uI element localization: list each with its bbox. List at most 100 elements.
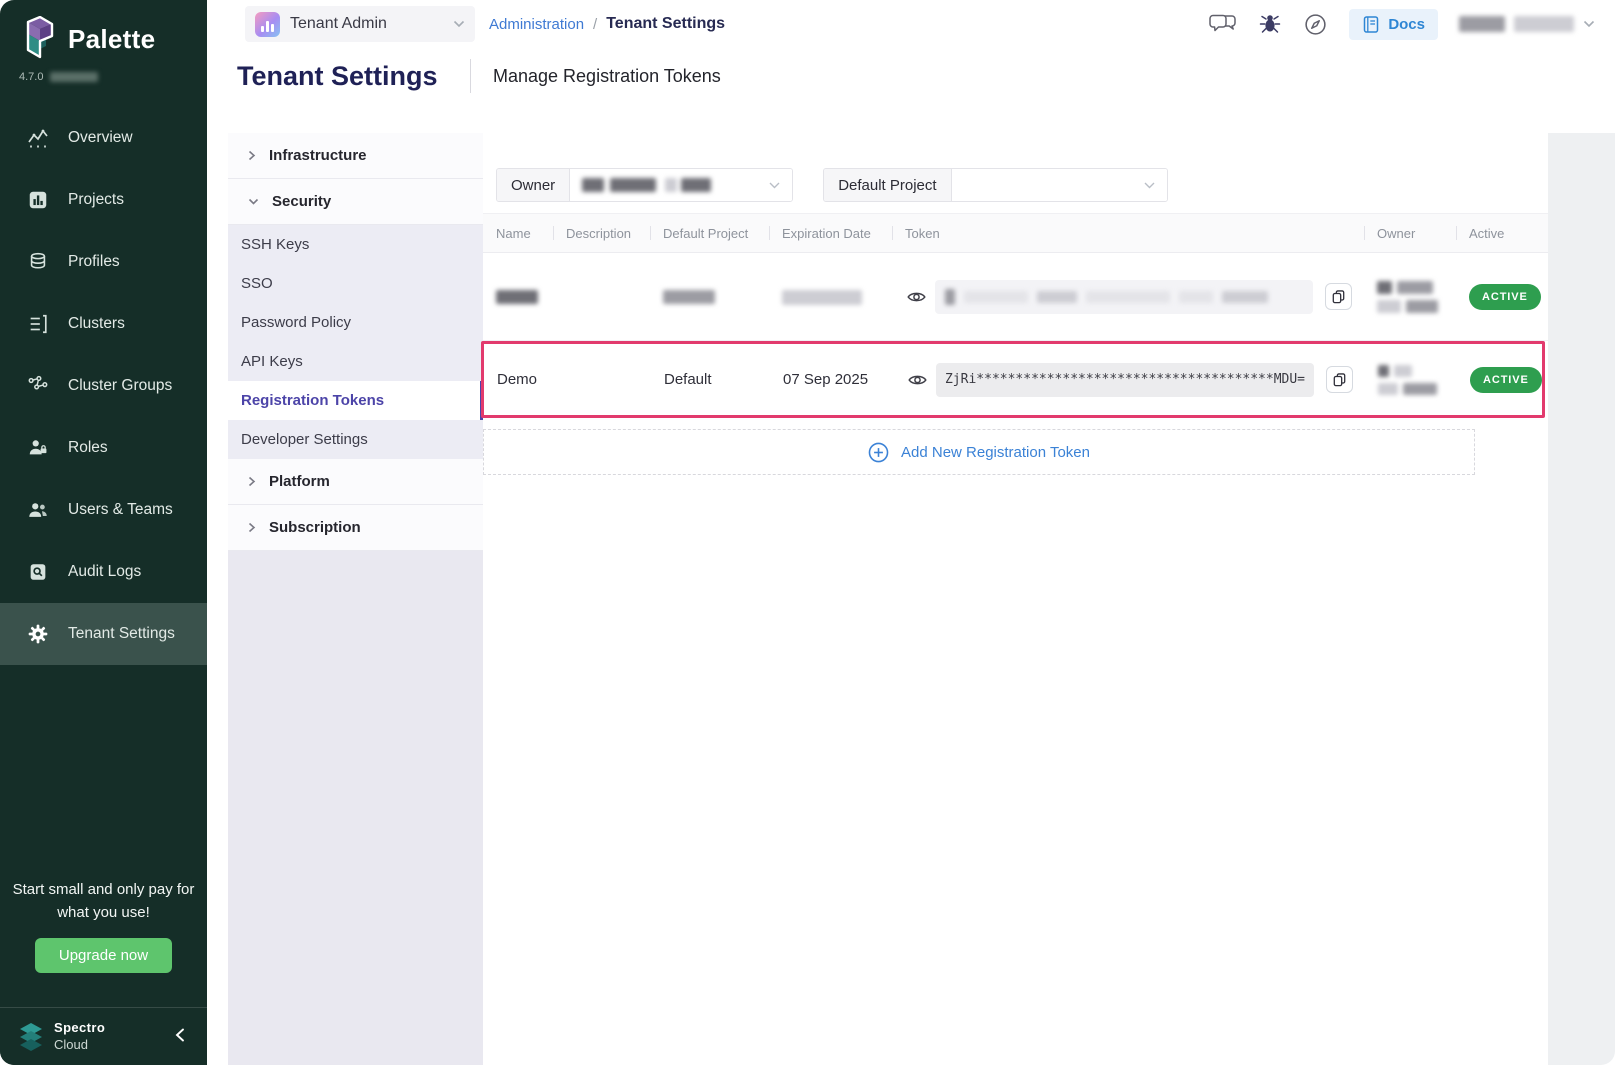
spectro-cloud-logo-icon [18,1022,44,1052]
sidebar-item-users-teams[interactable]: Users & Teams [0,479,207,541]
redacted-text [1459,16,1505,32]
top-bar: Tenant Admin Administration / Tenant Set… [207,0,1615,48]
settings-group-platform[interactable]: Platform [228,459,483,505]
redacted-text [964,291,1028,303]
column-header-token: Token [905,226,1377,241]
app-logo[interactable]: Palette [0,0,207,62]
docs-button[interactable]: Docs [1349,9,1438,40]
user-menu[interactable] [1459,16,1595,32]
cell-default-project [663,288,782,305]
settings-group-security[interactable]: Security [228,179,483,225]
sidebar-item-audit-logs[interactable]: Audit Logs [0,541,207,603]
sidebar-item-tenant-settings[interactable]: Tenant Settings [0,603,207,665]
settings-group-subscription[interactable]: Subscription [228,505,483,551]
upgrade-promo: Start small and only pay for what you us… [0,879,207,973]
top-actions: Docs [1209,9,1615,40]
owner-filter: Owner [496,168,793,202]
settings-item-api-keys[interactable]: API Keys [228,342,483,381]
sidebar-item-projects[interactable]: Projects [0,169,207,231]
redacted-text [1394,365,1412,377]
sidebar-item-overview[interactable]: Overview [0,107,207,169]
owner-filter-select[interactable] [570,169,792,201]
column-header-expiration-date: Expiration Date [782,226,905,241]
list-icon [26,312,50,336]
default-project-filter: Default Project [823,168,1167,202]
settings-item-label: SSO [241,275,273,292]
settings-item-sso[interactable]: SSO [228,264,483,303]
table-row: ACTIVE [483,253,1548,341]
settings-item-ssh-keys[interactable]: SSH Keys [228,225,483,264]
copy-token-button[interactable] [1326,366,1353,393]
feedback-button[interactable] [1209,12,1237,36]
docs-label: Docs [1388,16,1425,33]
owner-filter-label: Owner [497,169,570,201]
registration-tokens-panel: Owner Default Project [483,133,1548,1065]
column-header-name: Name [496,226,566,241]
network-icon [26,374,50,398]
sidebar-footer: Spectro Cloud [0,1007,207,1065]
redacted-text [663,290,715,304]
users-icon [26,498,50,522]
copy-icon [1332,289,1345,305]
workspace-selector[interactable]: Tenant Admin [245,6,475,42]
default-project-filter-select[interactable] [952,169,1167,201]
settings-item-password-policy[interactable]: Password Policy [228,303,483,342]
sidebar-item-clusters[interactable]: Clusters [0,293,207,355]
sidebar-item-label: Users & Teams [68,501,173,519]
eye-icon [907,290,926,304]
page-background [1548,133,1615,1065]
redacted-token-value [935,280,1313,314]
redacted-text [1222,291,1268,303]
sidebar-item-label: Overview [68,129,133,147]
settings-item-label: API Keys [241,353,303,370]
bug-report-button[interactable] [1258,12,1282,36]
document-search-icon [26,560,50,584]
redacted-text [1406,300,1438,313]
redacted-text [1377,281,1392,294]
redacted-text [1378,383,1398,395]
status-badge: ACTIVE [1470,367,1542,393]
filters-row: Owner Default Project [496,168,1548,202]
app-name: Palette [68,24,155,55]
sidebar-item-roles[interactable]: Roles [0,417,207,479]
settings-group-infrastructure[interactable]: Infrastructure [228,133,483,179]
upgrade-button[interactable]: Upgrade now [35,938,172,973]
settings-item-developer-settings[interactable]: Developer Settings [228,420,483,459]
title-divider [470,59,471,93]
sidebar-item-label: Clusters [68,315,125,333]
redacted-text [1037,291,1077,303]
reveal-token-button[interactable] [906,369,928,391]
workspace-gradient-icon [255,12,280,37]
settings-item-registration-tokens[interactable]: Registration Tokens [228,381,483,420]
redacted-text [1086,291,1170,303]
line-chart-icon [26,126,50,150]
compass-icon [1303,12,1328,37]
column-header-active: Active [1469,226,1548,241]
redacted-text [681,178,711,192]
explore-button[interactable] [1303,12,1328,37]
breadcrumb-administration-link[interactable]: Administration [489,16,584,33]
collapse-sidebar-button[interactable] [171,1024,189,1049]
app-root: Palette 4.7.0 Overview [0,0,1615,1065]
breadcrumb: Administration / Tenant Settings [489,15,725,33]
sidebar-item-cluster-groups[interactable]: Cluster Groups [0,355,207,417]
gear-icon [26,622,50,646]
redacted-text [945,289,955,305]
user-lock-icon [26,436,50,460]
book-icon [1362,15,1380,34]
sidebar-item-profiles[interactable]: Profiles [0,231,207,293]
sidebar-item-label: Audit Logs [68,563,141,581]
settings-item-label: Password Policy [241,314,351,331]
cell-owner [1378,365,1470,395]
sidebar: Palette 4.7.0 Overview [0,0,207,1065]
default-project-filter-label: Default Project [824,169,951,201]
sidebar-item-label: Projects [68,191,124,209]
chevron-down-icon [1583,20,1595,28]
redacted-text [1514,16,1574,32]
chevron-down-icon [453,20,465,28]
reveal-token-button[interactable] [905,286,927,308]
settings-item-label: SSH Keys [241,236,309,253]
add-registration-token-button[interactable]: Add New Registration Token [483,429,1475,475]
copy-token-button[interactable] [1325,283,1352,310]
column-header-description: Description [566,226,663,241]
